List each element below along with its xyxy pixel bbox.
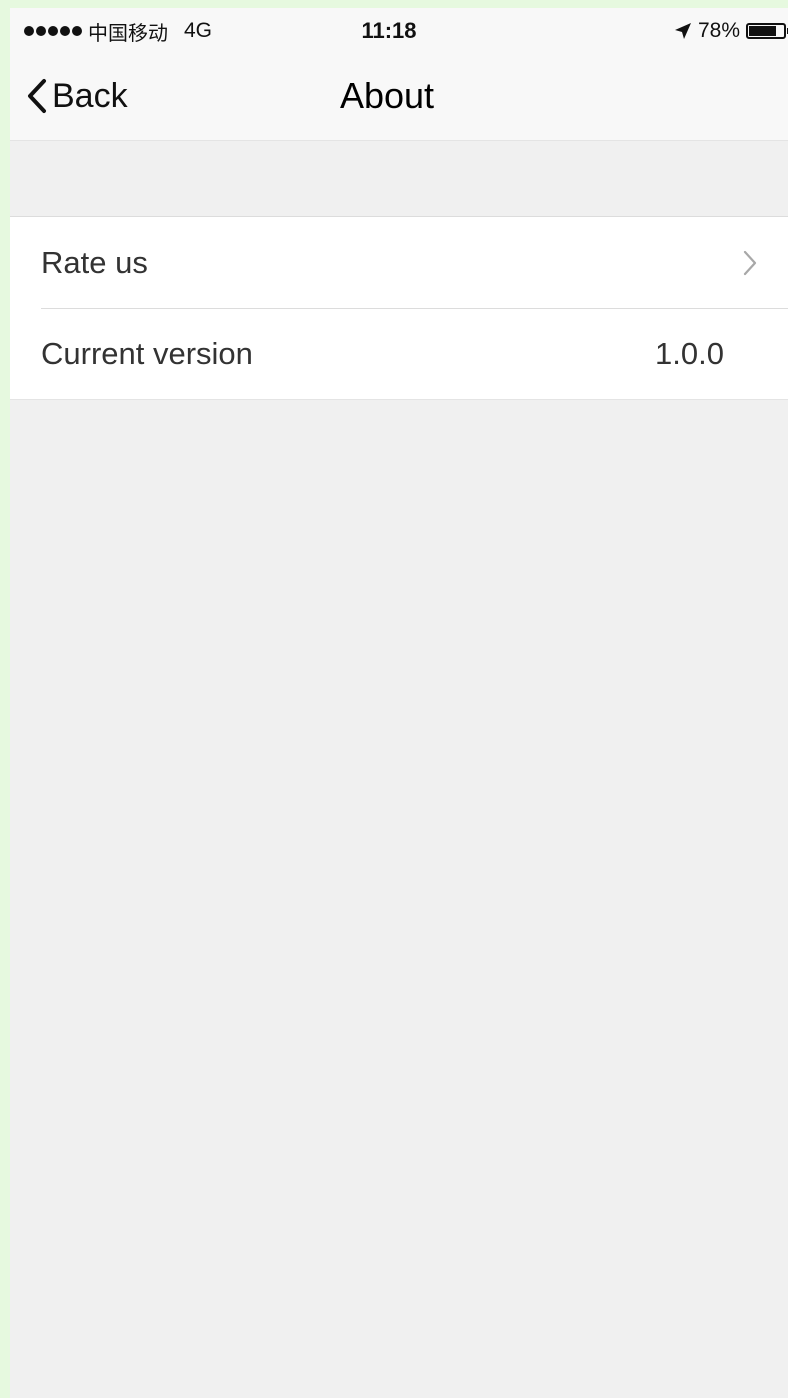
navigation-bar: Back About	[10, 52, 788, 141]
battery-icon	[746, 23, 788, 39]
rate-us-row[interactable]: Rate us	[10, 217, 788, 308]
current-version-row: Current version 1.0.0	[10, 308, 788, 399]
battery-fill	[749, 26, 776, 36]
status-right: 78%	[674, 16, 788, 46]
chevron-right-icon	[743, 250, 757, 276]
battery-percent: 78%	[697, 19, 740, 42]
location-arrow-icon	[674, 23, 691, 39]
row-label: Rate us	[41, 245, 148, 280]
settings-list: Rate us Current version 1.0.0	[10, 216, 788, 400]
page-title: About	[339, 75, 435, 116]
row-label: Current version	[41, 336, 253, 371]
app-screen: 中国移动 4G 11:18 78% Back About Rate us Cur…	[10, 8, 788, 1398]
status-bar: 中国移动 4G 11:18 78%	[10, 8, 788, 52]
version-value: 1.0.0	[655, 336, 724, 371]
status-time: 11:18	[361, 18, 417, 43]
